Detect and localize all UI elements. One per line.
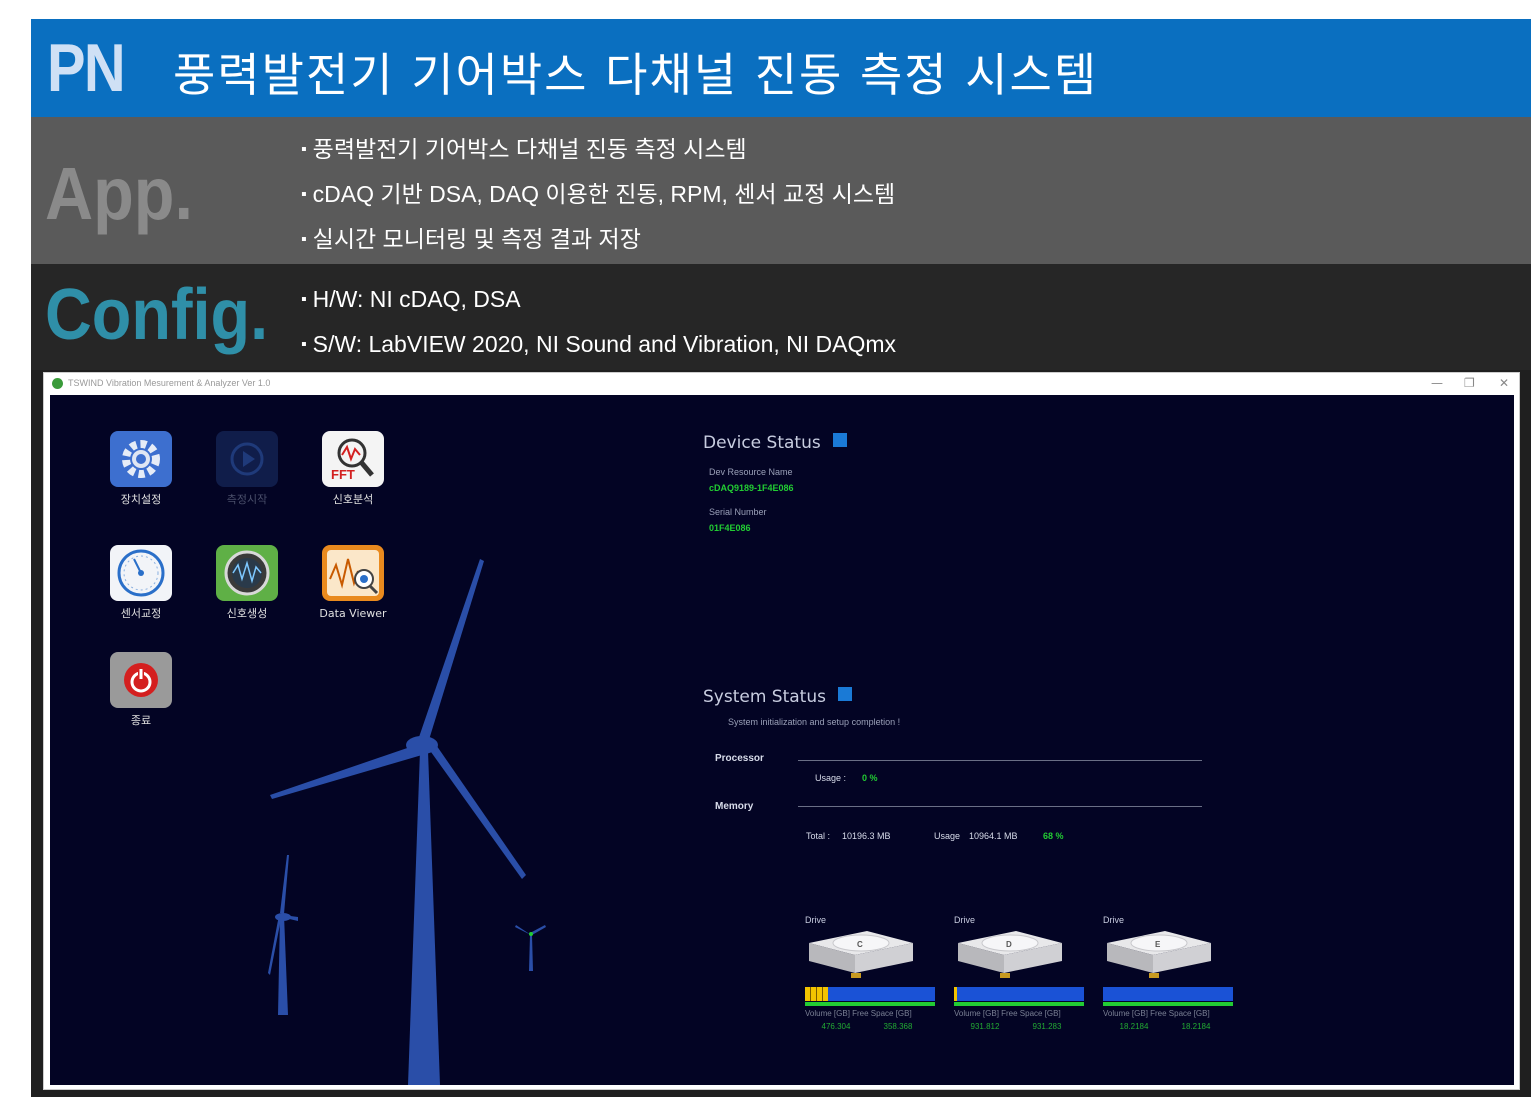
system-status-message: System initialization and setup completi…	[728, 717, 901, 727]
play-icon	[216, 431, 278, 487]
app-bullet: cDAQ 기반 DSA, DAQ 이용한 진동, RPM, 센서 교정 시스템	[301, 179, 896, 224]
config-bullet: H/W: NI cDAQ, DSA	[301, 284, 896, 329]
gear-icon	[110, 431, 172, 487]
system-status-title-text: System Status	[703, 687, 826, 707]
minimize-button[interactable]: —	[1431, 376, 1443, 390]
fft-text: FFT	[331, 467, 355, 482]
dev-resource-value: cDAQ9189-1F4E086	[709, 483, 794, 493]
drive-free-line	[1103, 1002, 1233, 1006]
sensor-calibration-button[interactable]: 센서교정	[101, 545, 181, 621]
drive-letter: D	[1006, 940, 1012, 949]
memory-total-value: 10196.3 MB	[842, 831, 891, 841]
drive-volume-header: Volume [GB] Free Space [GB]	[954, 1009, 1061, 1018]
drive-letter: C	[857, 940, 863, 949]
window-titlebar[interactable]: TSWIND Vibration Mesurement & Analyzer V…	[44, 373, 1519, 395]
restore-button[interactable]: ❐	[1464, 376, 1475, 390]
client-area: 장치설정 측정시작 FFT 신호분석 센서교정 신호생성 Data Viewer…	[50, 395, 1514, 1085]
fft-magnifier-icon: FFT	[322, 431, 384, 487]
system-status-indicator	[837, 687, 852, 701]
hard-drive-icon: C	[809, 931, 913, 978]
device-status-title-text: Device Status	[703, 433, 821, 453]
start-measure-button[interactable]: 측정시작	[207, 431, 287, 507]
slide-title: 풍력발전기 기어박스 다채널 진동 측정 시스템	[173, 48, 1099, 102]
drive-values: 476.304 358.368	[805, 1022, 940, 1031]
start-measure-label: 측정시작	[226, 493, 268, 506]
compass-gauge-icon	[110, 545, 172, 601]
hard-drive-icon: D	[958, 931, 1062, 978]
drive-label: Drive	[1103, 915, 1125, 925]
drive-e: Drive E Volume [GB] Free Space [GB] 18.2…	[1103, 915, 1238, 1031]
drive-usage-fill	[805, 987, 829, 1001]
hard-drive-icon: E	[1107, 931, 1211, 978]
device-status-title: Device Status	[703, 433, 847, 453]
data-viewer-label: Data Viewer	[319, 607, 387, 620]
slide-header: PN 풍력발전기 기어박스 다채널 진동 측정 시스템	[31, 19, 1531, 117]
waveform-eye-icon	[322, 545, 384, 601]
drive-volume-header: Volume [GB] Free Space [GB]	[805, 1009, 912, 1018]
power-icon	[110, 652, 172, 708]
drive-letter: E	[1155, 940, 1161, 949]
drive-free-line	[805, 1002, 935, 1006]
processor-label: Processor	[715, 753, 764, 764]
drive-label: Drive	[954, 915, 976, 925]
drive-c: Drive C Volume [GB] Free Space [GB] 476.…	[805, 915, 940, 1031]
serial-number-label: Serial Number	[709, 507, 767, 517]
drive-free-value: 358.368	[883, 1022, 913, 1031]
drive-usage-bar	[954, 987, 1084, 1001]
config-section: Config. H/W: NI cDAQ, DSA S/W: LabVIEW 2…	[31, 264, 1531, 370]
signal-generation-label: 신호생성	[226, 607, 268, 620]
drive-volume-header: Volume [GB] Free Space [GB]	[1103, 1009, 1210, 1018]
window-title: TSWIND Vibration Mesurement & Analyzer V…	[68, 378, 271, 388]
cpu-usage-label: Usage :	[815, 773, 847, 783]
signal-analysis-button[interactable]: FFT 신호분석	[313, 431, 393, 507]
app-bullets: 풍력발전기 기어박스 다채널 진동 측정 시스템 cDAQ 기반 DSA, DA…	[301, 134, 896, 269]
drive-volume-value: 476.304	[821, 1022, 851, 1031]
drive-values: 931.812 931.283	[954, 1022, 1089, 1031]
close-button[interactable]: ✕	[1499, 376, 1509, 390]
exit-label: 종료	[130, 714, 152, 727]
config-bullets: H/W: NI cDAQ, DSA S/W: LabVIEW 2020, NI …	[301, 284, 896, 374]
processor-divider	[798, 760, 1202, 761]
memory-divider	[798, 806, 1202, 807]
drive-free-line	[954, 1002, 1084, 1006]
system-status-title: System Status	[703, 687, 852, 707]
app-logo-icon	[52, 378, 63, 389]
drive-free-value: 931.283	[1032, 1022, 1062, 1031]
device-setup-label: 장치설정	[120, 493, 162, 506]
drive-values: 18.2184 18.2184	[1103, 1022, 1238, 1031]
drive-label: Drive	[805, 915, 827, 925]
cpu-usage-value: 0 %	[862, 773, 878, 783]
memory-label: Memory	[715, 801, 754, 812]
memory-usage-label: Usage	[934, 831, 961, 841]
drive-volume-value: 18.2184	[1119, 1022, 1149, 1031]
drive-usage-bar	[1103, 987, 1233, 1001]
drive-free-value: 18.2184	[1181, 1022, 1211, 1031]
memory-total-label: Total :	[806, 831, 831, 841]
signal-analysis-label: 신호분석	[332, 493, 374, 506]
drive-usage-fill	[954, 987, 957, 1001]
app-bullet: 풍력발전기 기어박스 다채널 진동 측정 시스템	[301, 134, 895, 179]
device-status-indicator	[832, 433, 847, 447]
app-bullet: 실시간 모니터링 및 측정 결과 저장	[301, 224, 895, 269]
drive-d: Drive D Volume [GB] Free Space [GB] 931.…	[954, 915, 1089, 1031]
memory-percent-value: 68 %	[1043, 831, 1064, 841]
config-label: Config.	[45, 275, 269, 355]
drive-usage-bar	[805, 987, 935, 1001]
app-section: App. 풍력발전기 기어박스 다채널 진동 측정 시스템 cDAQ 기반 DS…	[31, 117, 1531, 264]
serial-number-value: 01F4E086	[709, 523, 751, 533]
exit-button[interactable]: 종료	[101, 652, 181, 728]
device-setup-button[interactable]: 장치설정	[101, 431, 181, 507]
drive-volume-value: 931.812	[970, 1022, 1000, 1031]
oscilloscope-icon	[216, 545, 278, 601]
config-bullet: S/W: LabVIEW 2020, NI Sound and Vibratio…	[301, 329, 896, 374]
dev-resource-label: Dev Resource Name	[709, 467, 793, 477]
pn-logo: PN	[47, 30, 126, 106]
memory-usage-value: 10964.1 MB	[969, 831, 1018, 841]
sensor-calibration-label: 센서교정	[120, 607, 162, 620]
data-viewer-button[interactable]: Data Viewer	[313, 545, 393, 621]
app-label: App.	[45, 152, 193, 235]
app-window: TSWIND Vibration Mesurement & Analyzer V…	[43, 372, 1520, 1090]
signal-generation-button[interactable]: 신호생성	[207, 545, 287, 621]
